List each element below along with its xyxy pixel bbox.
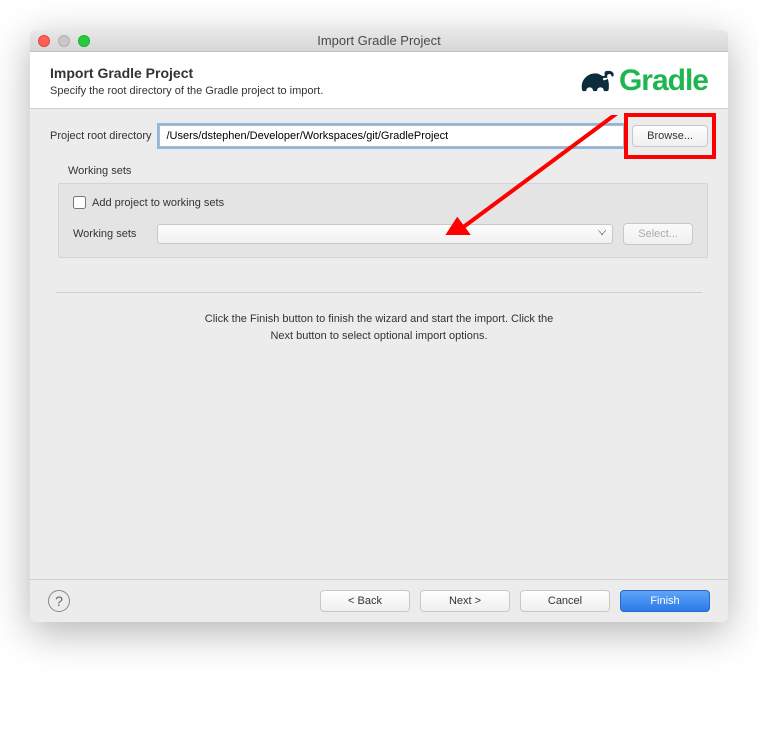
browse-highlight: Browse...: [624, 113, 716, 159]
ws-select-row: Working sets Select...: [73, 223, 693, 245]
titlebar[interactable]: Import Gradle Project: [30, 30, 728, 52]
add-to-ws-row: Add project to working sets: [73, 196, 693, 209]
root-dir-label: Project root directory: [50, 130, 151, 142]
page-title: Import Gradle Project: [50, 65, 323, 81]
project-root-row: Project root directory Browse...: [50, 125, 708, 147]
hint-text: Click the Finish button to finish the wi…: [50, 311, 708, 344]
working-sets-label: Working sets: [68, 165, 708, 177]
gradle-logo-text: Gradle: [619, 64, 708, 98]
dialog-header: Import Gradle Project Specify the root d…: [30, 52, 728, 109]
next-button[interactable]: Next >: [420, 590, 510, 612]
working-sets-panel: Add project to working sets Working sets…: [58, 183, 708, 258]
add-to-ws-checkbox[interactable]: [73, 196, 86, 209]
ws-select[interactable]: [157, 224, 613, 244]
back-button[interactable]: < Back: [320, 590, 410, 612]
dialog-content: Project root directory Browse... Working…: [30, 109, 728, 579]
gradle-logo: Gradle: [577, 64, 708, 98]
add-to-ws-label[interactable]: Add project to working sets: [92, 197, 224, 209]
cancel-button[interactable]: Cancel: [520, 590, 610, 612]
help-icon[interactable]: ?: [48, 590, 70, 612]
finish-button[interactable]: Finish: [620, 590, 710, 612]
page-subtitle: Specify the root directory of the Gradle…: [50, 85, 323, 97]
gradle-elephant-icon: [577, 66, 615, 96]
dialog-window: Import Gradle Project Import Gradle Proj…: [30, 30, 728, 622]
hint-line-2: Next button to select optional import op…: [90, 328, 668, 345]
root-dir-input[interactable]: [159, 125, 624, 147]
browse-button[interactable]: Browse...: [632, 125, 708, 147]
hint-line-1: Click the Finish button to finish the wi…: [90, 311, 668, 328]
divider: [56, 292, 702, 293]
window-title: Import Gradle Project: [30, 33, 728, 48]
working-sets-section: Working sets Add project to working sets…: [50, 165, 708, 258]
ws-select-label: Working sets: [73, 228, 147, 240]
dialog-footer: ? < Back Next > Cancel Finish: [30, 579, 728, 622]
select-button: Select...: [623, 223, 693, 245]
